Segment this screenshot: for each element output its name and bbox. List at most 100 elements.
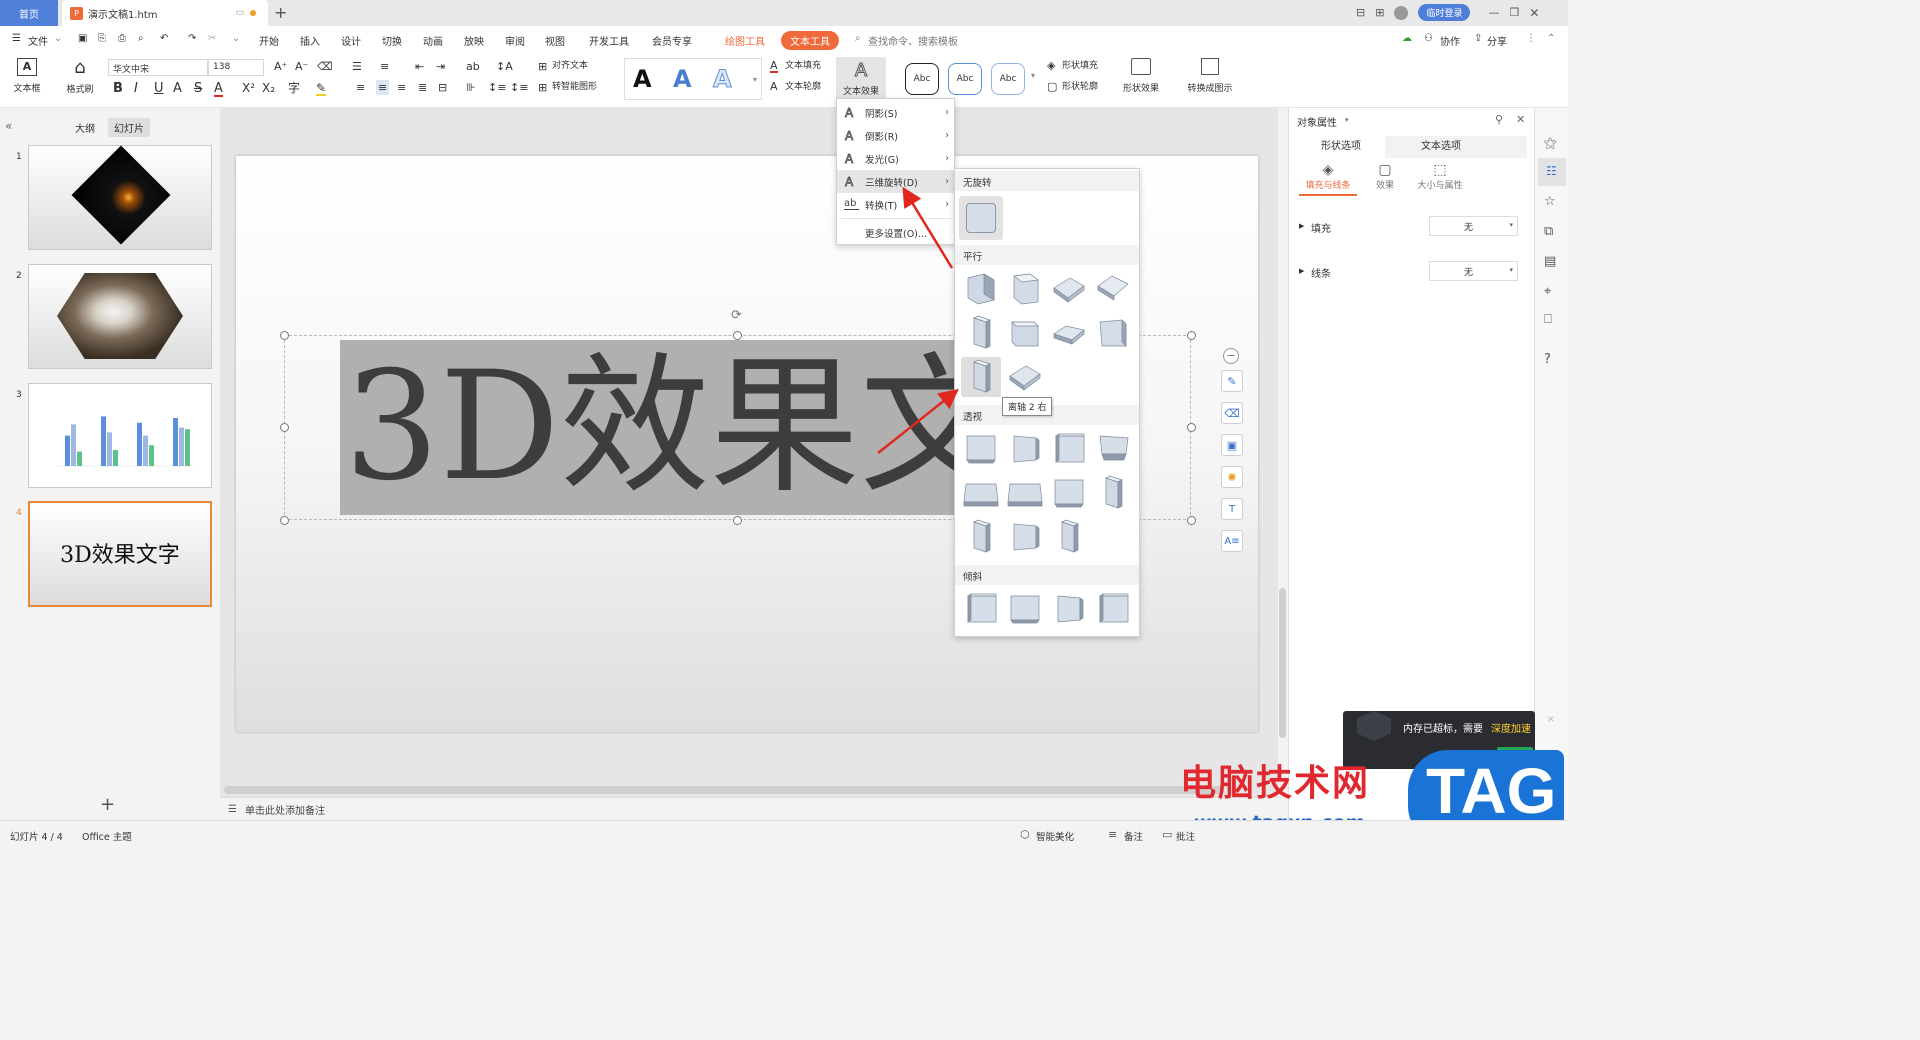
preset-parallel-8[interactable]	[1093, 313, 1133, 353]
properties-tab[interactable]: ☷	[1538, 158, 1566, 186]
home-tab[interactable]: 首页	[0, 0, 58, 26]
numbered-list-icon[interactable]: ≡	[380, 61, 389, 72]
more-chevron-icon[interactable]: ⌄	[232, 33, 240, 44]
slide-thumb-1[interactable]	[28, 145, 212, 250]
share-button[interactable]: 分享	[1487, 33, 1507, 48]
resize-handle-e[interactable]	[1187, 423, 1196, 432]
sort-icon[interactable]: ↕A	[496, 61, 513, 72]
menu-shadow[interactable]: A 阴影(S) ›	[837, 101, 955, 124]
notes-toggle[interactable]: 备注	[1124, 829, 1143, 843]
superscript-icon[interactable]: X²	[242, 82, 255, 94]
pen-icon[interactable]: ✎	[1221, 370, 1243, 392]
expand-fill-icon[interactable]: ▶	[1299, 222, 1304, 230]
document-tab[interactable]: P 演示文稿1.htm ▭	[62, 0, 268, 26]
gallery-more-icon[interactable]: ▾	[753, 75, 757, 84]
menu-drawing-tools[interactable]: 绘图工具	[725, 33, 765, 48]
text-direction-icon[interactable]: ab	[466, 61, 480, 72]
smart-shape-button[interactable]: 转智能图形	[552, 83, 597, 92]
preset-perspective-7[interactable]	[1049, 473, 1089, 513]
save-icon[interactable]: ▣	[78, 33, 87, 44]
menu-reflection[interactable]: A 倒影(R) ›	[837, 124, 955, 147]
preset-parallel-2[interactable]	[1005, 269, 1045, 309]
close-icon[interactable]: ✕	[1529, 6, 1539, 20]
panel-title[interactable]: 对象属性	[1297, 114, 1337, 129]
expand-line-icon[interactable]: ▶	[1299, 267, 1304, 275]
resize-handle-n[interactable]	[733, 331, 742, 340]
text-fill-button[interactable]: 文本填充	[785, 62, 821, 71]
tab-outline[interactable]: 大纲	[75, 120, 95, 135]
decrease-indent-icon[interactable]: ⇤	[415, 61, 424, 72]
preset-perspective-9[interactable]	[961, 517, 1001, 557]
avatar[interactable]	[1394, 5, 1409, 20]
resize-handle-ne[interactable]	[1187, 331, 1196, 340]
resize-handle-s[interactable]	[733, 516, 742, 525]
comments-toggle[interactable]: 批注	[1176, 829, 1195, 843]
frame-icon[interactable]: ▣	[1221, 434, 1243, 456]
layout-icon[interactable]: ⊟	[1356, 6, 1365, 19]
resize-handle-sw[interactable]	[280, 516, 289, 525]
shape-style-blue[interactable]: Abc	[948, 63, 982, 95]
menu-glow[interactable]: A 发光(G) ›	[837, 147, 955, 170]
animation-icon[interactable]: ⚝	[1544, 136, 1557, 151]
menu-more-settings[interactable]: 更多设置(O)...	[837, 221, 955, 244]
preset-parallel-3[interactable]	[1049, 269, 1089, 309]
align-center-icon[interactable]: ≡	[376, 80, 390, 95]
preset-parallel-10[interactable]	[1005, 357, 1045, 397]
menu-view[interactable]: 视图	[545, 33, 565, 48]
eraser-icon[interactable]: ⌫	[1221, 402, 1243, 424]
tab-text-options[interactable]: 文本选项	[1397, 136, 1485, 158]
notes-bar[interactable]: ☰ 单击此处添加备注	[220, 797, 1278, 820]
para-spacing-icon[interactable]: ↕≡	[510, 82, 528, 93]
shape-effects-button[interactable]: 形状效果	[1116, 58, 1166, 94]
command-search[interactable]: 查找命令、搜索模板	[868, 33, 958, 48]
phonetic-icon[interactable]: 字	[288, 82, 300, 94]
menu-text-tools[interactable]: 文本工具	[781, 31, 839, 50]
preset-parallel-6[interactable]	[1005, 313, 1045, 353]
print-icon[interactable]: ⎙	[118, 33, 126, 44]
preset-parallel-4[interactable]	[1093, 269, 1133, 309]
menu-design[interactable]: 设计	[341, 33, 361, 48]
italic-icon[interactable]: I	[134, 82, 138, 95]
more-icon[interactable]: ⋮	[1526, 33, 1536, 44]
preset-perspective-2[interactable]	[1005, 429, 1045, 469]
rotation-none-option[interactable]	[959, 196, 1003, 240]
strikethrough-icon[interactable]: S	[194, 82, 202, 95]
slide-thumb-3[interactable]	[28, 383, 212, 488]
text-outline-button[interactable]: 文本轮廓	[785, 83, 821, 92]
resize-handle-w[interactable]	[280, 423, 289, 432]
shape-outline-button[interactable]: 形状轮廓	[1062, 83, 1098, 92]
preset-perspective-6[interactable]	[1005, 473, 1045, 513]
collab-button[interactable]: 协作	[1440, 33, 1460, 48]
subtab-effects[interactable]: ▢ 效果	[1365, 162, 1405, 191]
align-text-button[interactable]: 对齐文本	[552, 62, 588, 71]
font-size-select[interactable]: 138	[208, 59, 264, 76]
format-painter-button[interactable]: ⌂ 格式刷	[62, 58, 98, 96]
tab-slides[interactable]: 幻灯片	[108, 118, 150, 137]
wordart-outline[interactable]: A	[713, 65, 733, 94]
minimize-icon[interactable]: —	[1488, 6, 1499, 19]
font-color-icon[interactable]: A	[214, 82, 223, 97]
restore-icon[interactable]: ❐	[1509, 6, 1519, 19]
grid-icon[interactable]: ⊞	[1375, 6, 1384, 19]
preset-oblique-4[interactable]	[1093, 589, 1133, 629]
idea-icon[interactable]: ✺	[1221, 466, 1243, 488]
text-style-float-icon[interactable]: A≡	[1221, 530, 1243, 552]
preview-icon[interactable]: ⌕	[138, 33, 144, 44]
search-icon[interactable]: ⌕	[855, 33, 861, 44]
preset-perspective-1[interactable]	[961, 429, 1001, 469]
collapse-ribbon-icon[interactable]: ⌃	[1547, 33, 1555, 44]
shape-fill-button[interactable]: 形状填充	[1062, 62, 1098, 71]
preset-oblique-1[interactable]	[961, 589, 1001, 629]
beautify-button[interactable]: 智能美化	[1036, 829, 1074, 843]
text-box-float-icon[interactable]: T	[1221, 498, 1243, 520]
notes-placeholder[interactable]: 单击此处添加备注	[245, 802, 325, 817]
location-icon[interactable]: ⌖	[1544, 284, 1551, 299]
rotate-handle-icon[interactable]: ⟳	[731, 308, 742, 323]
export-icon[interactable]: ⎘	[98, 33, 106, 44]
horizontal-scrollbar[interactable]	[224, 786, 1224, 794]
outline-a-icon[interactable]: A	[173, 82, 182, 95]
slide-thumb-2[interactable]	[28, 264, 212, 369]
theme-name[interactable]: Office 主题	[82, 829, 132, 843]
slide-thumb-4[interactable]: 3D效果文字	[28, 501, 212, 607]
chevron-down-icon[interactable]: ▾	[1345, 116, 1349, 124]
